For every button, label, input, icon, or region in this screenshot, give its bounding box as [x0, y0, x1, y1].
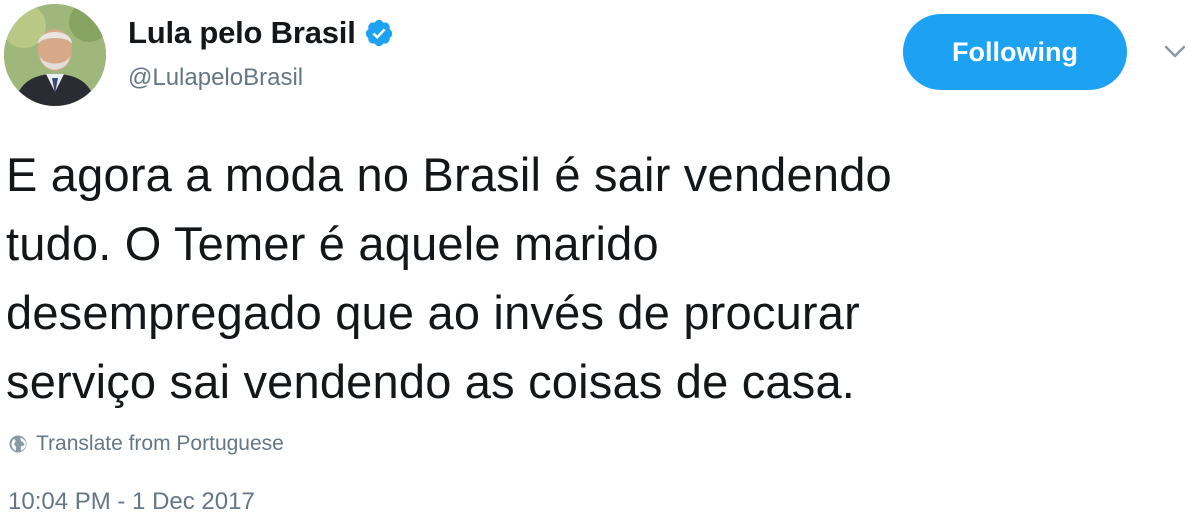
tweet-text-line: serviço sai vendendo as coisas de casa. [6, 355, 856, 408]
tweet-text-line: tudo. O Temer é aquele marido [6, 217, 659, 270]
translate-label[interactable]: Translate from Portuguese [36, 432, 284, 456]
tweet-timestamp[interactable]: 10:04 PM - 1 Dec 2017 [8, 488, 255, 516]
verified-badge-icon [364, 18, 394, 48]
tweet-text: E agora a moda no Brasil é sair vendendo… [6, 140, 1166, 416]
avatar[interactable] [4, 4, 106, 106]
tweet-card: Lula pelo Brasil @LulapeloBrasil Followi… [0, 0, 1200, 523]
translate-link[interactable]: Translate from Portuguese [8, 429, 284, 459]
tweet-text-line: desempregado que ao invés de procurar [6, 286, 860, 339]
display-name-row: Lula pelo Brasil [128, 12, 394, 54]
following-button[interactable]: Following [903, 14, 1127, 90]
chevron-down-icon[interactable] [1162, 38, 1188, 64]
tweet-text-line: E agora a moda no Brasil é sair vendendo [6, 148, 892, 201]
avatar-image [4, 4, 106, 106]
globe-icon [8, 434, 28, 454]
user-handle[interactable]: @LulapeloBrasil [128, 64, 303, 92]
display-name[interactable]: Lula pelo Brasil [128, 15, 356, 51]
